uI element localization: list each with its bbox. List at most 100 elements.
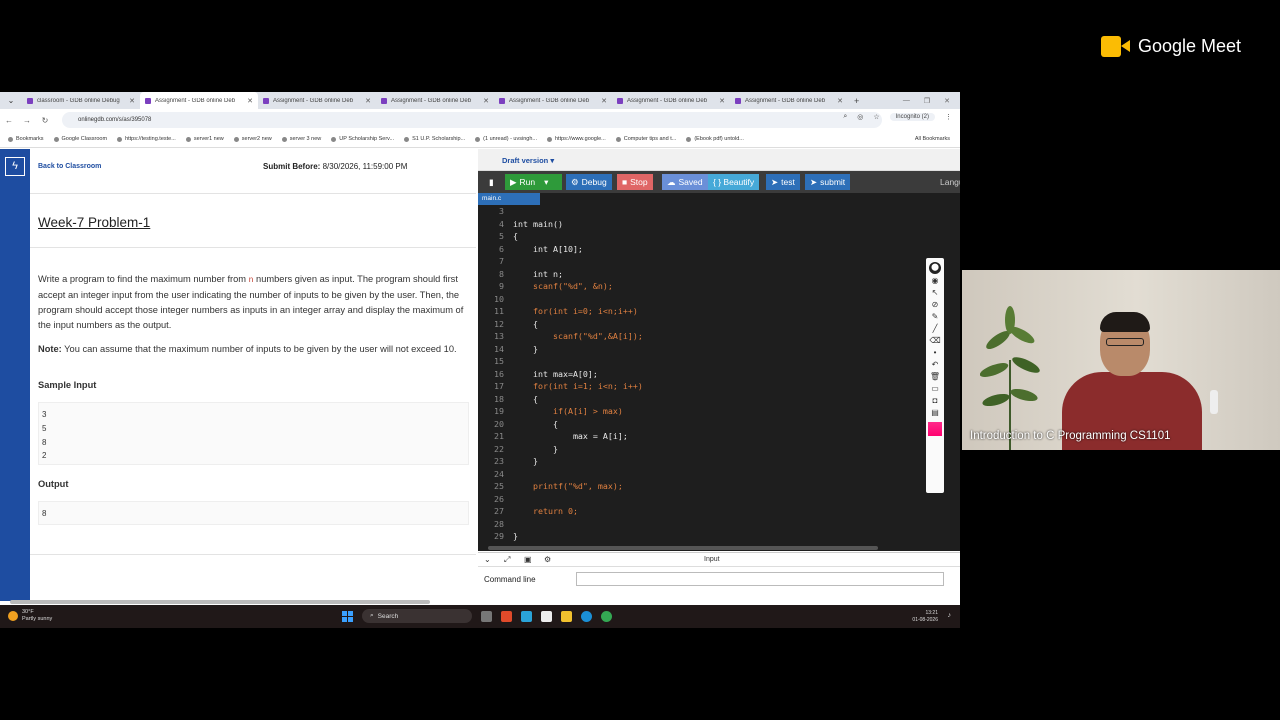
saved-button[interactable]: ☁ Saved (662, 174, 708, 190)
participant-video-tile[interactable] (962, 270, 1280, 450)
close-icon[interactable]: ✕ (129, 97, 135, 105)
trash-icon[interactable]: 🗑 (930, 372, 940, 381)
browser-tab[interactable]: Assignment - GDB online Deb ✕ (612, 92, 730, 109)
bookmark-item[interactable]: https://www.google... (546, 136, 606, 142)
star-icon[interactable]: ☆ (873, 113, 879, 121)
stop-button[interactable]: ■ Stop (617, 174, 653, 190)
line-number: 18 (494, 393, 504, 404)
chrome-blue-icon[interactable] (581, 610, 592, 622)
chevron-down-icon[interactable]: ⌄ (484, 555, 491, 564)
browser-tab-active[interactable]: Assignment - GDB online Deb ✕ (140, 92, 258, 109)
eye-off-icon[interactable]: ◎ (857, 113, 863, 121)
location-pin-icon[interactable]: ⬤ (929, 262, 941, 274)
run-button[interactable]: ▶ Run ▾ (505, 174, 562, 190)
file-tab-main[interactable]: main.c (478, 193, 540, 205)
browser-tab[interactable]: Assignment - GDB online Deb ✕ (494, 92, 612, 109)
line-number: 10 (494, 293, 504, 304)
system-clock[interactable]: 13:21 01-08-2026 (912, 610, 938, 624)
close-icon[interactable]: ✕ (365, 97, 371, 105)
beautify-button[interactable]: { } Beautify (708, 174, 760, 190)
language-select[interactable]: Langu (935, 174, 960, 190)
browser-tab[interactable]: Assignment - GDB online Deb ✕ (376, 92, 494, 109)
test-button[interactable]: ➤ test (766, 174, 800, 190)
bookmark-item[interactable]: (1 unread) - uvsingh... (475, 136, 537, 142)
forward-arrow-icon[interactable]: → (18, 116, 36, 125)
windows-start-icon[interactable] (342, 610, 353, 622)
minimize-icon[interactable]: — (903, 97, 910, 105)
editor-scrollbar[interactable] (478, 545, 960, 551)
all-bookmarks[interactable]: All Bookmarks (915, 136, 960, 142)
window-close-icon[interactable]: ✕ (944, 97, 950, 105)
command-line-input[interactable] (576, 572, 944, 586)
pen-icon[interactable]: ✎ (932, 312, 939, 321)
color-swatch[interactable] (928, 422, 942, 436)
bookmark-item[interactable]: Computer tips and t... (615, 136, 676, 142)
bookmark-item[interactable]: https://testing.teste... (117, 136, 176, 142)
file-explorer-icon[interactable] (561, 610, 572, 622)
taskbar-search[interactable]: ⌕ Search (362, 609, 472, 623)
bookmark-label: https://www.google... (554, 136, 606, 142)
bookmark-item[interactable]: (Ebook pdf) untold... (686, 136, 744, 142)
bookmark-icon (117, 136, 123, 142)
expand-icon[interactable]: ⤢ (504, 555, 510, 565)
close-icon[interactable]: ✕ (837, 97, 843, 105)
bookmark-item[interactable]: Bookmarks (8, 136, 44, 142)
horizontal-scrollbar[interactable] (10, 600, 430, 604)
weather-widget[interactable]: 30°F Partly sunny (8, 609, 52, 623)
bookmark-item[interactable]: S1 U.P. Scholarship... (404, 136, 465, 142)
close-icon[interactable]: ✕ (601, 97, 607, 105)
notification-bell-icon[interactable]: ♪ (948, 612, 952, 619)
cursor-icon[interactable]: ↖ (932, 288, 939, 297)
monitor-icon[interactable]: ▭ (931, 384, 939, 393)
gear-icon[interactable]: ⚙ (544, 555, 551, 564)
browser-tab[interactable]: Assignment - GDB online Deb ✕ (258, 92, 376, 109)
submit-button[interactable]: ➤ submit (805, 174, 851, 190)
eye-icon[interactable]: ◉ (932, 276, 939, 285)
tab-search-icon[interactable]: ⌄ (0, 96, 22, 105)
bookmark-item[interactable]: server1 new (185, 136, 224, 142)
incognito-badge[interactable]: Incognito (2) (889, 113, 935, 121)
tab-label: Assignment - GDB online Deb (745, 97, 826, 104)
bookmark-item[interactable]: server 3 new (281, 136, 321, 142)
zoom-icon[interactable]: ⌕ (843, 113, 847, 121)
back-arrow-icon[interactable]: ← (0, 116, 18, 125)
bookmark-item[interactable]: UP Scholarship Serv... (331, 136, 394, 142)
line-icon[interactable]: ╱ (933, 324, 938, 333)
bookmark-item[interactable]: server2 new (233, 136, 272, 142)
notion-icon[interactable] (541, 610, 552, 622)
task-view-icon[interactable] (481, 610, 492, 622)
no-entry-icon[interactable]: ⊘ (932, 300, 939, 309)
gdb-favicon-icon (617, 97, 623, 104)
debug-button[interactable]: ⚙ Debug (566, 174, 612, 190)
bookmark-item[interactable]: Google Classroom (53, 136, 107, 142)
code-editor[interactable]: 3 4 int main() 5 {6 int A[10]; 7 8 int n; 9 sca… (478, 205, 960, 545)
browser-tab[interactable]: Assignment - GDB online Deb ✕ (730, 92, 848, 109)
more-menu-icon[interactable]: ⋮ (945, 113, 952, 121)
line-number: 27 (494, 506, 504, 516)
dot-icon[interactable]: • (934, 348, 937, 357)
back-to-classroom-link[interactable]: Back to Classroom (38, 163, 101, 170)
clipboard-icon[interactable]: ▤ (931, 408, 939, 417)
new-file-icon[interactable]: ▮ (484, 174, 499, 190)
eraser-icon[interactable]: ⌫ (929, 336, 940, 345)
reload-icon[interactable]: ↻ (36, 116, 54, 125)
code-line: } (513, 343, 538, 354)
close-icon[interactable]: ✕ (719, 97, 725, 105)
edge-icon[interactable] (521, 610, 532, 622)
undo-icon[interactable]: ↶ (932, 360, 939, 369)
close-icon[interactable]: ✕ (247, 97, 253, 105)
copy-icon[interactable]: ▣ (524, 555, 532, 564)
bolt-icon[interactable]: ϟ (5, 157, 25, 176)
code-line: scanf("%d",&A[i]); (513, 331, 643, 341)
browser-tab[interactable]: classroom - GDB online Debug ✕ (22, 92, 140, 109)
new-tab-icon[interactable]: + (854, 96, 859, 106)
camera-icon[interactable]: ◘ (933, 396, 938, 405)
close-icon[interactable]: ✕ (483, 97, 489, 105)
draft-version-dropdown[interactable]: Draft version ▾ (502, 156, 554, 165)
office-icon[interactable] (501, 610, 512, 622)
url-field[interactable]: onlinegdb.com/s/as/395078 (62, 112, 882, 128)
maximize-icon[interactable]: ❐ (924, 97, 930, 105)
editor-scroll-thumb[interactable] (488, 546, 878, 550)
bookmark-label: (1 unread) - uvsingh... (483, 136, 537, 142)
chrome-icon[interactable] (601, 610, 612, 622)
